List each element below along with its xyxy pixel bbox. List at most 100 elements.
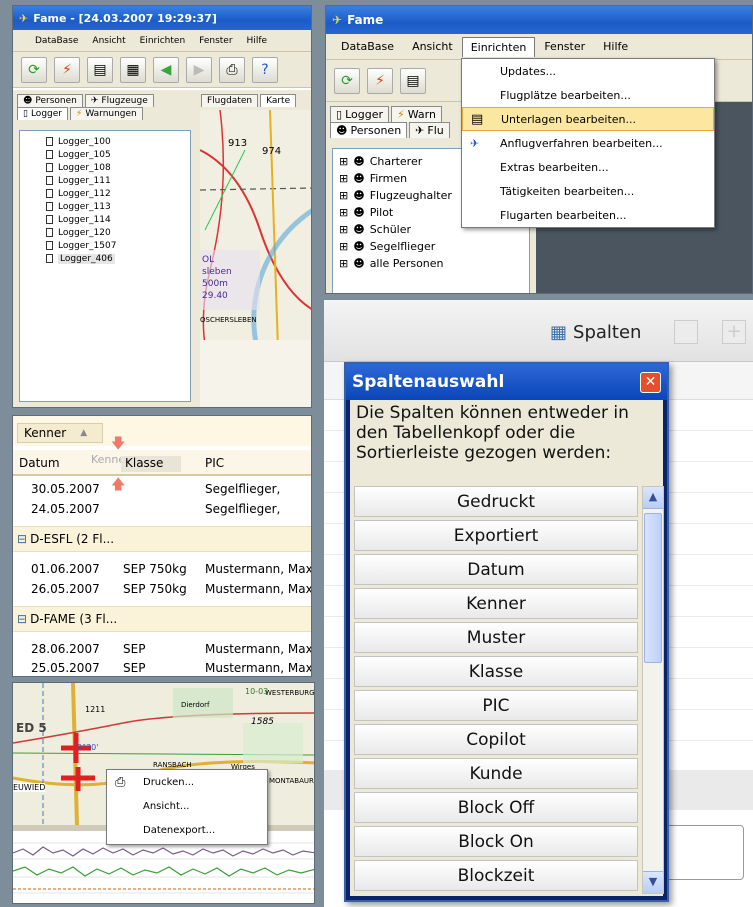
menu-item-ansicht[interactable]: Ansicht... <box>107 794 267 818</box>
lightning-icon[interactable]: ⚡ <box>367 67 393 94</box>
collapse-icon[interactable]: ⊟ <box>17 532 27 546</box>
menu-item-flugarten[interactable]: Flugarten bearbeiten... <box>462 203 714 227</box>
map-view[interactable]: 913 974 OL sleben 500m 29.40 OSCHERSLEBE… <box>200 110 311 407</box>
table-row[interactable]: 26.05.2007 SEP 750kg Mustermann, Max <box>13 582 311 600</box>
tab-karte[interactable]: Karte <box>260 94 297 107</box>
column-item-klasse[interactable]: Klasse <box>354 656 638 687</box>
column-item-kunde[interactable]: Kunde <box>354 758 638 789</box>
window-icon[interactable]: ▤ <box>87 56 113 83</box>
tab-logger[interactable]: ▯ Logger <box>17 107 68 120</box>
menu-item-taetigkeiten[interactable]: Tätigkeiten bearbeiten... <box>462 179 714 203</box>
tab-personen[interactable]: ☻ Personen <box>330 122 408 138</box>
list-item[interactable]: Logger_111 <box>46 174 190 187</box>
column-item-pic[interactable]: PIC <box>354 690 638 721</box>
menu-einrichten[interactable]: Einrichten <box>140 36 186 46</box>
table-row[interactable]: 30.05.2007 Segelflieger, <box>13 482 311 500</box>
group-chip-kenner[interactable]: Kenner ▲ <box>17 423 103 443</box>
tab-flugzeuge[interactable]: ✈ Flugzeuge <box>84 94 154 107</box>
list-item[interactable]: Logger_108 <box>46 161 190 174</box>
scrollbar[interactable]: ▲ ▼ <box>642 486 664 894</box>
list-item[interactable]: Logger_105 <box>46 148 190 161</box>
tab-warnungen[interactable]: ⚡ Warnungen <box>69 107 143 120</box>
column-header-pic[interactable]: PIC <box>205 456 224 470</box>
menu-item-label: Anflugverfahren bearbeiten... <box>500 136 663 150</box>
expand-icon[interactable]: ⊞ <box>339 155 348 168</box>
help-icon[interactable]: ? <box>252 56 278 83</box>
table-row[interactable]: 01.06.2007 SEP 750kg Mustermann, Max <box>13 562 311 580</box>
column-item-muster[interactable]: Muster <box>354 622 638 653</box>
table-row[interactable]: 25.05.2007 SEP Mustermann, Max <box>13 661 311 676</box>
tree-item[interactable]: ⊞ ☻ alle Personen <box>339 255 529 272</box>
menu-database[interactable]: DataBase <box>35 36 78 46</box>
cell-datum: 28.06.2007 <box>31 642 100 656</box>
list-item-selected[interactable]: Logger_406 <box>46 252 190 265</box>
menu-item-extras[interactable]: Extras bearbeiten... <box>462 155 714 179</box>
menu-ansicht[interactable]: Ansicht <box>92 36 125 46</box>
menu-item-unterlagen[interactable]: ▤ Unterlagen bearbeiten... <box>462 107 714 131</box>
list-item[interactable]: Logger_112 <box>46 187 190 200</box>
column-item-gedruckt[interactable]: Gedruckt <box>354 486 638 517</box>
expand-icon[interactable]: ⊞ <box>339 240 348 253</box>
menu-ansicht[interactable]: Ansicht <box>403 40 462 53</box>
menu-hilfe[interactable]: Hilfe <box>594 40 637 53</box>
scroll-down-icon[interactable]: ▼ <box>643 871 663 893</box>
menu-fenster[interactable]: Fenster <box>199 36 232 46</box>
expand-icon[interactable]: ⊞ <box>339 189 348 202</box>
printer-icon[interactable]: ⎙ <box>219 56 245 83</box>
menu-hilfe[interactable]: Hilfe <box>247 36 267 46</box>
expand-icon[interactable]: ⊞ <box>339 223 348 236</box>
expand-icon[interactable]: ⊞ <box>339 257 348 270</box>
column-header-klasse[interactable]: Klasse <box>121 456 182 472</box>
side-button-outline <box>664 825 744 880</box>
column-item-datum[interactable]: Datum <box>354 554 638 585</box>
menu-database[interactable]: DataBase <box>332 40 403 53</box>
tab-logger[interactable]: ▯ Logger <box>330 106 389 122</box>
tab-personen[interactable]: ☻ Personen <box>17 94 83 107</box>
column-item-exportiert[interactable]: Exportiert <box>354 520 638 551</box>
group-row-d-fame[interactable]: ⊟ D-FAME (3 Fl... <box>13 606 311 632</box>
refresh-icon[interactable]: ⟳ <box>334 67 360 94</box>
menu-item-anflugverfahren[interactable]: ✈ Anflugverfahren bearbeiten... <box>462 131 714 155</box>
close-icon[interactable]: ✕ <box>640 371 661 393</box>
column-item-block-on[interactable]: Block On <box>354 826 638 857</box>
list-item[interactable]: Logger_100 <box>46 135 190 148</box>
scroll-up-icon[interactable]: ▲ <box>643 487 663 509</box>
menu-item-drucken[interactable]: ⎙ Drucken... <box>107 770 267 794</box>
menu-item-datenexport[interactable]: Datenexport... <box>107 818 267 842</box>
lightning-icon[interactable]: ⚡ <box>54 56 80 83</box>
dialog-body: Die Spalten können entweder in den Tabel… <box>350 400 664 896</box>
forward-arrow-icon[interactable]: ▶ <box>186 56 212 83</box>
plane-icon: ✈ <box>415 124 425 137</box>
tab-flugzeuge[interactable]: ✈ Flu <box>409 122 450 138</box>
spalten-button[interactable]: ▦ Spalten <box>550 318 641 346</box>
tab-warnungen[interactable]: ⚡ Warn <box>390 106 442 122</box>
column-item-kenner[interactable]: Kenner <box>354 588 638 619</box>
menu-fenster[interactable]: Fenster <box>535 40 594 53</box>
refresh-icon[interactable]: ⟳ <box>21 56 47 83</box>
collapse-icon[interactable]: ⊟ <box>17 612 27 626</box>
window-title: Fame <box>347 13 384 27</box>
group-row-d-esfl[interactable]: ⊟ D-ESFL (2 Fl... <box>13 526 311 552</box>
column-item-copilot[interactable]: Copilot <box>354 724 638 755</box>
list-item[interactable]: Logger_120 <box>46 226 190 239</box>
scroll-thumb[interactable] <box>644 513 662 663</box>
list-item[interactable]: Logger_114 <box>46 213 190 226</box>
menu-item-updates[interactable]: Updates... <box>462 59 714 83</box>
table-row[interactable]: 24.05.2007 Segelflieger, <box>13 502 311 520</box>
list-item[interactable]: Logger_1507 <box>46 239 190 252</box>
list-item[interactable]: Logger_113 <box>46 200 190 213</box>
expand-icon[interactable]: ⊞ <box>339 172 348 185</box>
tree-item[interactable]: ⊞ ☻ Segelflieger <box>339 238 529 255</box>
table-row[interactable]: 28.06.2007 SEP Mustermann, Max <box>13 642 311 660</box>
window-icon[interactable]: ▤ <box>400 67 426 94</box>
expand-icon[interactable]: ⊞ <box>339 206 348 219</box>
table-icon[interactable]: ▦ <box>120 56 146 83</box>
column-item-block-off[interactable]: Block Off <box>354 792 638 823</box>
menu-einrichten[interactable]: Einrichten <box>461 36 536 57</box>
back-arrow-icon[interactable]: ◀ <box>153 56 179 83</box>
column-item-blockzeit[interactable]: Blockzeit <box>354 860 638 891</box>
menu-item-flugplaetze[interactable]: Flugplätze bearbeiten... <box>462 83 714 107</box>
column-header-datum[interactable]: Datum <box>19 456 60 470</box>
tab-flugdaten[interactable]: Flugdaten <box>201 94 259 107</box>
map-graphic <box>200 110 311 407</box>
